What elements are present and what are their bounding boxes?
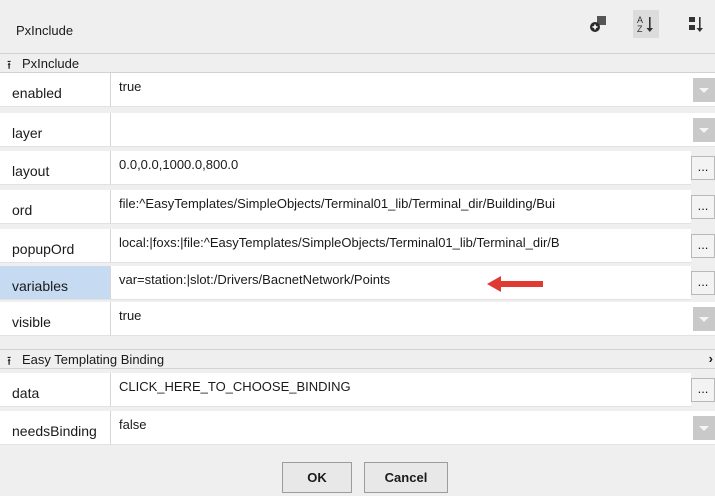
property-value-field[interactable]: false — [119, 417, 146, 432]
section-title: Easy Templating Binding — [22, 352, 165, 367]
property-name: visible — [12, 314, 51, 330]
property-row-needsbinding[interactable]: needsBinding false — [0, 411, 715, 446]
property-name: needsBinding — [12, 423, 97, 439]
dropdown-button[interactable] — [693, 416, 715, 440]
annotation-arrow-icon — [487, 276, 543, 292]
property-value-field[interactable]: CLICK_HERE_TO_CHOOSE_BINDING — [119, 379, 351, 394]
property-name: data — [12, 385, 40, 401]
property-row-ord[interactable]: ord file:^EasyTemplates/SimpleObjects/Te… — [0, 190, 715, 225]
property-value-field[interactable]: var=station:|slot:/Drivers/BacnetNetwork… — [119, 272, 390, 287]
svg-text:Z: Z — [637, 24, 643, 34]
add-slot-icon — [590, 16, 606, 32]
window-title: PxInclude — [16, 23, 74, 38]
property-name: layer — [12, 125, 43, 141]
ellipsis-button[interactable]: ... — [691, 195, 715, 219]
section-title: PxInclude — [22, 56, 80, 71]
add-slot-button[interactable] — [586, 10, 612, 38]
section-header-pxinclude[interactable]: ⭱ PxInclude — [0, 53, 715, 73]
property-row-visible[interactable]: visible true — [0, 302, 715, 337]
property-row-variables[interactable]: variables var=station:|slot:/Drivers/Bac… — [0, 266, 715, 301]
property-name: enabled — [12, 85, 62, 101]
property-row-data[interactable]: data CLICK_HERE_TO_CHOOSE_BINDING ... — [0, 373, 715, 408]
dropdown-button[interactable] — [693, 78, 715, 102]
cancel-button[interactable]: Cancel — [364, 462, 448, 493]
collapse-icon[interactable]: ⭱ — [7, 352, 11, 373]
section-header-easy-templating-binding[interactable]: ⭱ Easy Templating Binding › — [0, 349, 715, 369]
sort-alphabetical-icon: A Z — [637, 15, 653, 34]
property-row-popupord[interactable]: popupOrd local:|foxs:|file:^EasyTemplate… — [0, 229, 715, 264]
property-name: layout — [12, 163, 50, 179]
property-value-field[interactable]: file:^EasyTemplates/SimpleObjects/Termin… — [119, 196, 555, 211]
ok-button[interactable]: OK — [282, 462, 352, 493]
property-name: ord — [12, 202, 33, 218]
property-value-field[interactable]: local:|foxs:|file:^EasyTemplates/SimpleO… — [119, 235, 560, 250]
ellipsis-button[interactable]: ... — [691, 234, 715, 258]
property-value-field[interactable]: true — [119, 308, 141, 323]
sort-order-icon — [689, 17, 703, 32]
title-bar: PxInclude A Z — [0, 0, 715, 53]
sort-order-button[interactable] — [683, 10, 709, 38]
property-name: variables — [12, 278, 69, 294]
property-row-layer[interactable]: layer — [0, 113, 715, 148]
property-row-layout[interactable]: layout 0.0,0.0,1000.0,800.0 ... — [0, 151, 715, 186]
property-row-enabled[interactable]: enabled true — [0, 73, 715, 108]
ellipsis-button[interactable]: ... — [691, 378, 715, 402]
dropdown-button[interactable] — [693, 307, 715, 331]
close-icon[interactable]: › — [709, 351, 713, 366]
ellipsis-button[interactable]: ... — [691, 271, 715, 295]
dropdown-button[interactable] — [693, 118, 715, 142]
property-name: popupOrd — [12, 241, 75, 257]
sort-alphabetical-button[interactable]: A Z — [633, 10, 659, 38]
ellipsis-button[interactable]: ... — [691, 156, 715, 180]
property-value-field[interactable]: 0.0,0.0,1000.0,800.0 — [119, 157, 238, 172]
property-value-field[interactable]: true — [119, 79, 141, 94]
